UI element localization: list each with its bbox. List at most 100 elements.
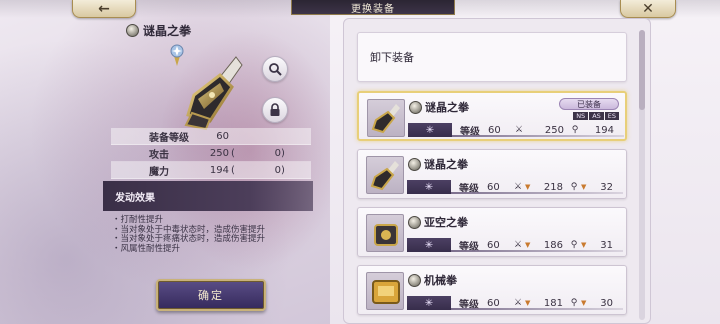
tag-as: AS <box>589 112 604 120</box>
lock-button[interactable] <box>262 97 288 123</box>
magnifier-icon <box>269 63 282 76</box>
sword-icon: ⚔ <box>513 298 523 308</box>
level-value: 60 <box>487 297 500 309</box>
item-name-row: 谜晶之拳 <box>409 99 469 115</box>
confirm-label: 确定 <box>198 289 224 302</box>
equip-item[interactable]: 谜晶之拳 已装备 NS AS ES ✳ 等级 60 ⚔ 250 ⚲ 194 <box>357 91 627 141</box>
divider <box>452 135 624 137</box>
effect-header: 发动效果 <box>103 181 313 211</box>
attack-value: 250 <box>544 124 564 136</box>
staff-icon: ⚲ <box>571 125 579 135</box>
sparkle-icon: ✳ <box>408 123 452 137</box>
stat-open-paren: ( <box>231 147 235 159</box>
level-value: 60 <box>487 239 500 251</box>
sparkle-icon: ✳ <box>407 238 451 252</box>
item-name-row: 谜晶之拳 <box>408 156 468 172</box>
equip-item[interactable]: 亚空之拳 ✳ 等级 60 ⚔ ▼ 186 ⚲ ▼ 31 <box>357 207 627 257</box>
stat-row: 装备等级 60 <box>111 128 311 145</box>
item-thumbnail <box>366 156 404 194</box>
atk-down-arrow: ▼ <box>525 183 531 191</box>
sword-icon: ⚔ <box>513 240 523 250</box>
stat-bonus: 0 <box>274 164 281 176</box>
fist-category-icon <box>408 157 421 171</box>
back-arrow-icon: ← <box>98 0 110 17</box>
divider <box>451 250 623 252</box>
equipped-badge: 已装备 <box>559 98 619 110</box>
magic-value: 30 <box>600 297 613 309</box>
item-thumbnail <box>366 272 404 310</box>
magic-value: 194 <box>594 124 614 136</box>
divider <box>451 308 623 310</box>
item-thumbnail <box>367 99 405 137</box>
magic-value: 32 <box>600 181 613 193</box>
stat-close-paren: ) <box>281 164 285 176</box>
close-icon: ✕ <box>642 0 654 17</box>
gauntlet-icon <box>374 224 398 246</box>
confirm-button[interactable]: 确定 <box>156 279 266 311</box>
fist-category-icon <box>409 100 422 114</box>
level-value: 60 <box>487 181 500 193</box>
stat-value: 60 <box>216 130 229 142</box>
mag-down-arrow: ▼ <box>581 241 587 249</box>
item-stat-bar: ✳ 等级 60 ⚔ 250 ⚲ 194 <box>408 123 624 138</box>
item-stat-bar: ✳ 等级 60 ⚔ ▼ 186 ⚲ ▼ 31 <box>407 238 623 253</box>
stat-close-paren: ) <box>281 147 285 159</box>
gauntlet-icon <box>372 280 400 304</box>
effect-title: 发动效果 <box>115 192 155 204</box>
item-name: 谜晶之拳 <box>143 24 192 38</box>
attack-value: 181 <box>543 297 563 309</box>
unequip-button[interactable]: 卸下装备 <box>357 32 627 82</box>
level-value: 60 <box>488 124 501 136</box>
staff-icon: ⚲ <box>570 182 578 192</box>
item-stat-bar: ✳ 等级 60 ⚔ ▼ 218 ⚲ ▼ 32 <box>407 180 623 195</box>
fist-category-icon <box>126 24 139 37</box>
stats-table: 装备等级 60 攻击 250 ( 0 ) 魔力 194 ( 0 ) <box>111 128 311 179</box>
gauntlet-icon <box>371 104 400 134</box>
atk-down-arrow: ▼ <box>525 299 531 307</box>
tag-ns: NS <box>573 112 589 120</box>
fist-category-icon <box>408 215 421 229</box>
stat-row: 攻击 250 ( 0 ) <box>111 145 311 162</box>
sword-icon: ⚔ <box>513 182 523 192</box>
gauntlet-image <box>184 56 243 131</box>
atk-down-arrow: ▼ <box>525 241 531 249</box>
item-name-row: 机械拳 <box>408 272 457 288</box>
item-name: 亚空之拳 <box>424 216 468 229</box>
item-title: 谜晶之拳 <box>126 22 191 39</box>
scrollbar-thumb[interactable] <box>639 30 645 110</box>
back-button[interactable]: ← <box>72 0 136 18</box>
gauntlet-icon <box>370 161 399 191</box>
staff-icon: ⚲ <box>570 240 578 250</box>
skill-tags: NS AS ES <box>573 112 619 120</box>
item-thumbnail <box>366 214 404 252</box>
stat-label: 魔力 <box>149 166 169 178</box>
fist-category-icon <box>408 273 421 287</box>
item-name: 谜晶之拳 <box>424 158 468 171</box>
stat-value: 250 <box>209 147 229 159</box>
mag-down-arrow: ▼ <box>581 183 587 191</box>
list-scrollbar[interactable] <box>639 30 645 320</box>
stat-label: 攻击 <box>149 149 169 161</box>
magic-value: 31 <box>600 239 613 251</box>
effect-item: ・风属性耐性提升 <box>112 243 181 254</box>
effect-list: ・打耐性提升 ・当对象处于中毒状态时，造成伤害提升 ・当对象处于疼痛状态时，造成… <box>112 215 322 254</box>
stat-open-paren: ( <box>231 164 235 176</box>
item-name-row: 亚空之拳 <box>408 214 468 230</box>
stat-bonus: 0 <box>274 147 281 159</box>
unequip-label: 卸下装备 <box>370 51 414 64</box>
sword-icon: ⚔ <box>514 125 524 135</box>
equip-item[interactable]: 机械拳 ✳ 等级 60 ⚔ ▼ 181 ⚲ ▼ 30 <box>357 265 627 315</box>
page-title: 更换装备 <box>351 3 395 15</box>
divider <box>451 192 623 194</box>
close-button[interactable]: ✕ <box>620 0 676 18</box>
sparkle-icon: ✳ <box>407 296 451 310</box>
inspect-button[interactable] <box>262 56 288 82</box>
stat-row: 魔力 194 ( 0 ) <box>111 162 311 179</box>
attack-value: 218 <box>543 181 563 193</box>
equip-item[interactable]: 谜晶之拳 ✳ 等级 60 ⚔ ▼ 218 ⚲ ▼ 32 <box>357 149 627 199</box>
item-name: 机械拳 <box>424 274 457 287</box>
stat-label: 装备等级 <box>149 132 189 144</box>
sparkle-icon: ✳ <box>407 180 451 194</box>
lock-icon <box>270 103 280 116</box>
page-title-bar: 更换装备 <box>291 0 455 15</box>
